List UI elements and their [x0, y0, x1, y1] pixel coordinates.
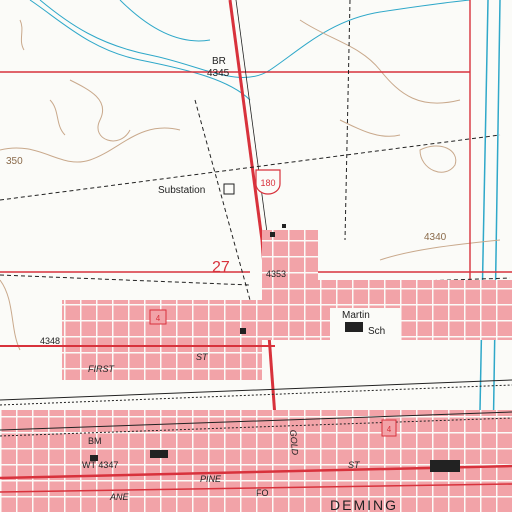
route-4b-shield: 4: [381, 419, 397, 437]
elev-4353-label: 4353: [266, 269, 286, 279]
route-4b-label: 4: [387, 425, 392, 434]
route-180-label: 180: [260, 178, 275, 188]
st2-label: ST: [348, 460, 361, 470]
route-4-shield: 4: [149, 309, 167, 325]
fo-label: FO: [256, 488, 269, 498]
wt-elev-label: WT 4347: [82, 460, 118, 470]
route-4-label: 4: [156, 314, 161, 323]
st-label: ST: [196, 352, 209, 362]
br-elev-label: 4345: [207, 68, 230, 79]
section-27-label: 27: [212, 259, 230, 276]
elev-4348-label: 4348: [40, 336, 60, 346]
contour-350-label: 350: [6, 156, 23, 167]
sch-label: Sch: [368, 326, 385, 337]
first-st-label: FIRST: [88, 364, 116, 374]
topographic-map: 180 4 4 BR 4345 350 Substation 4353 4340…: [0, 0, 512, 512]
pine-label: PINE: [200, 474, 222, 484]
route-180-shield: 180: [255, 169, 281, 195]
ane-label: ANE: [109, 492, 130, 502]
elev-4340-label: 4340: [424, 232, 447, 243]
substation-label: Substation: [158, 185, 205, 196]
br-label: BR: [212, 56, 226, 67]
martin-label: Martin: [342, 310, 370, 321]
deming-label: DEMING: [330, 497, 398, 512]
bm-label: BM: [88, 436, 102, 446]
